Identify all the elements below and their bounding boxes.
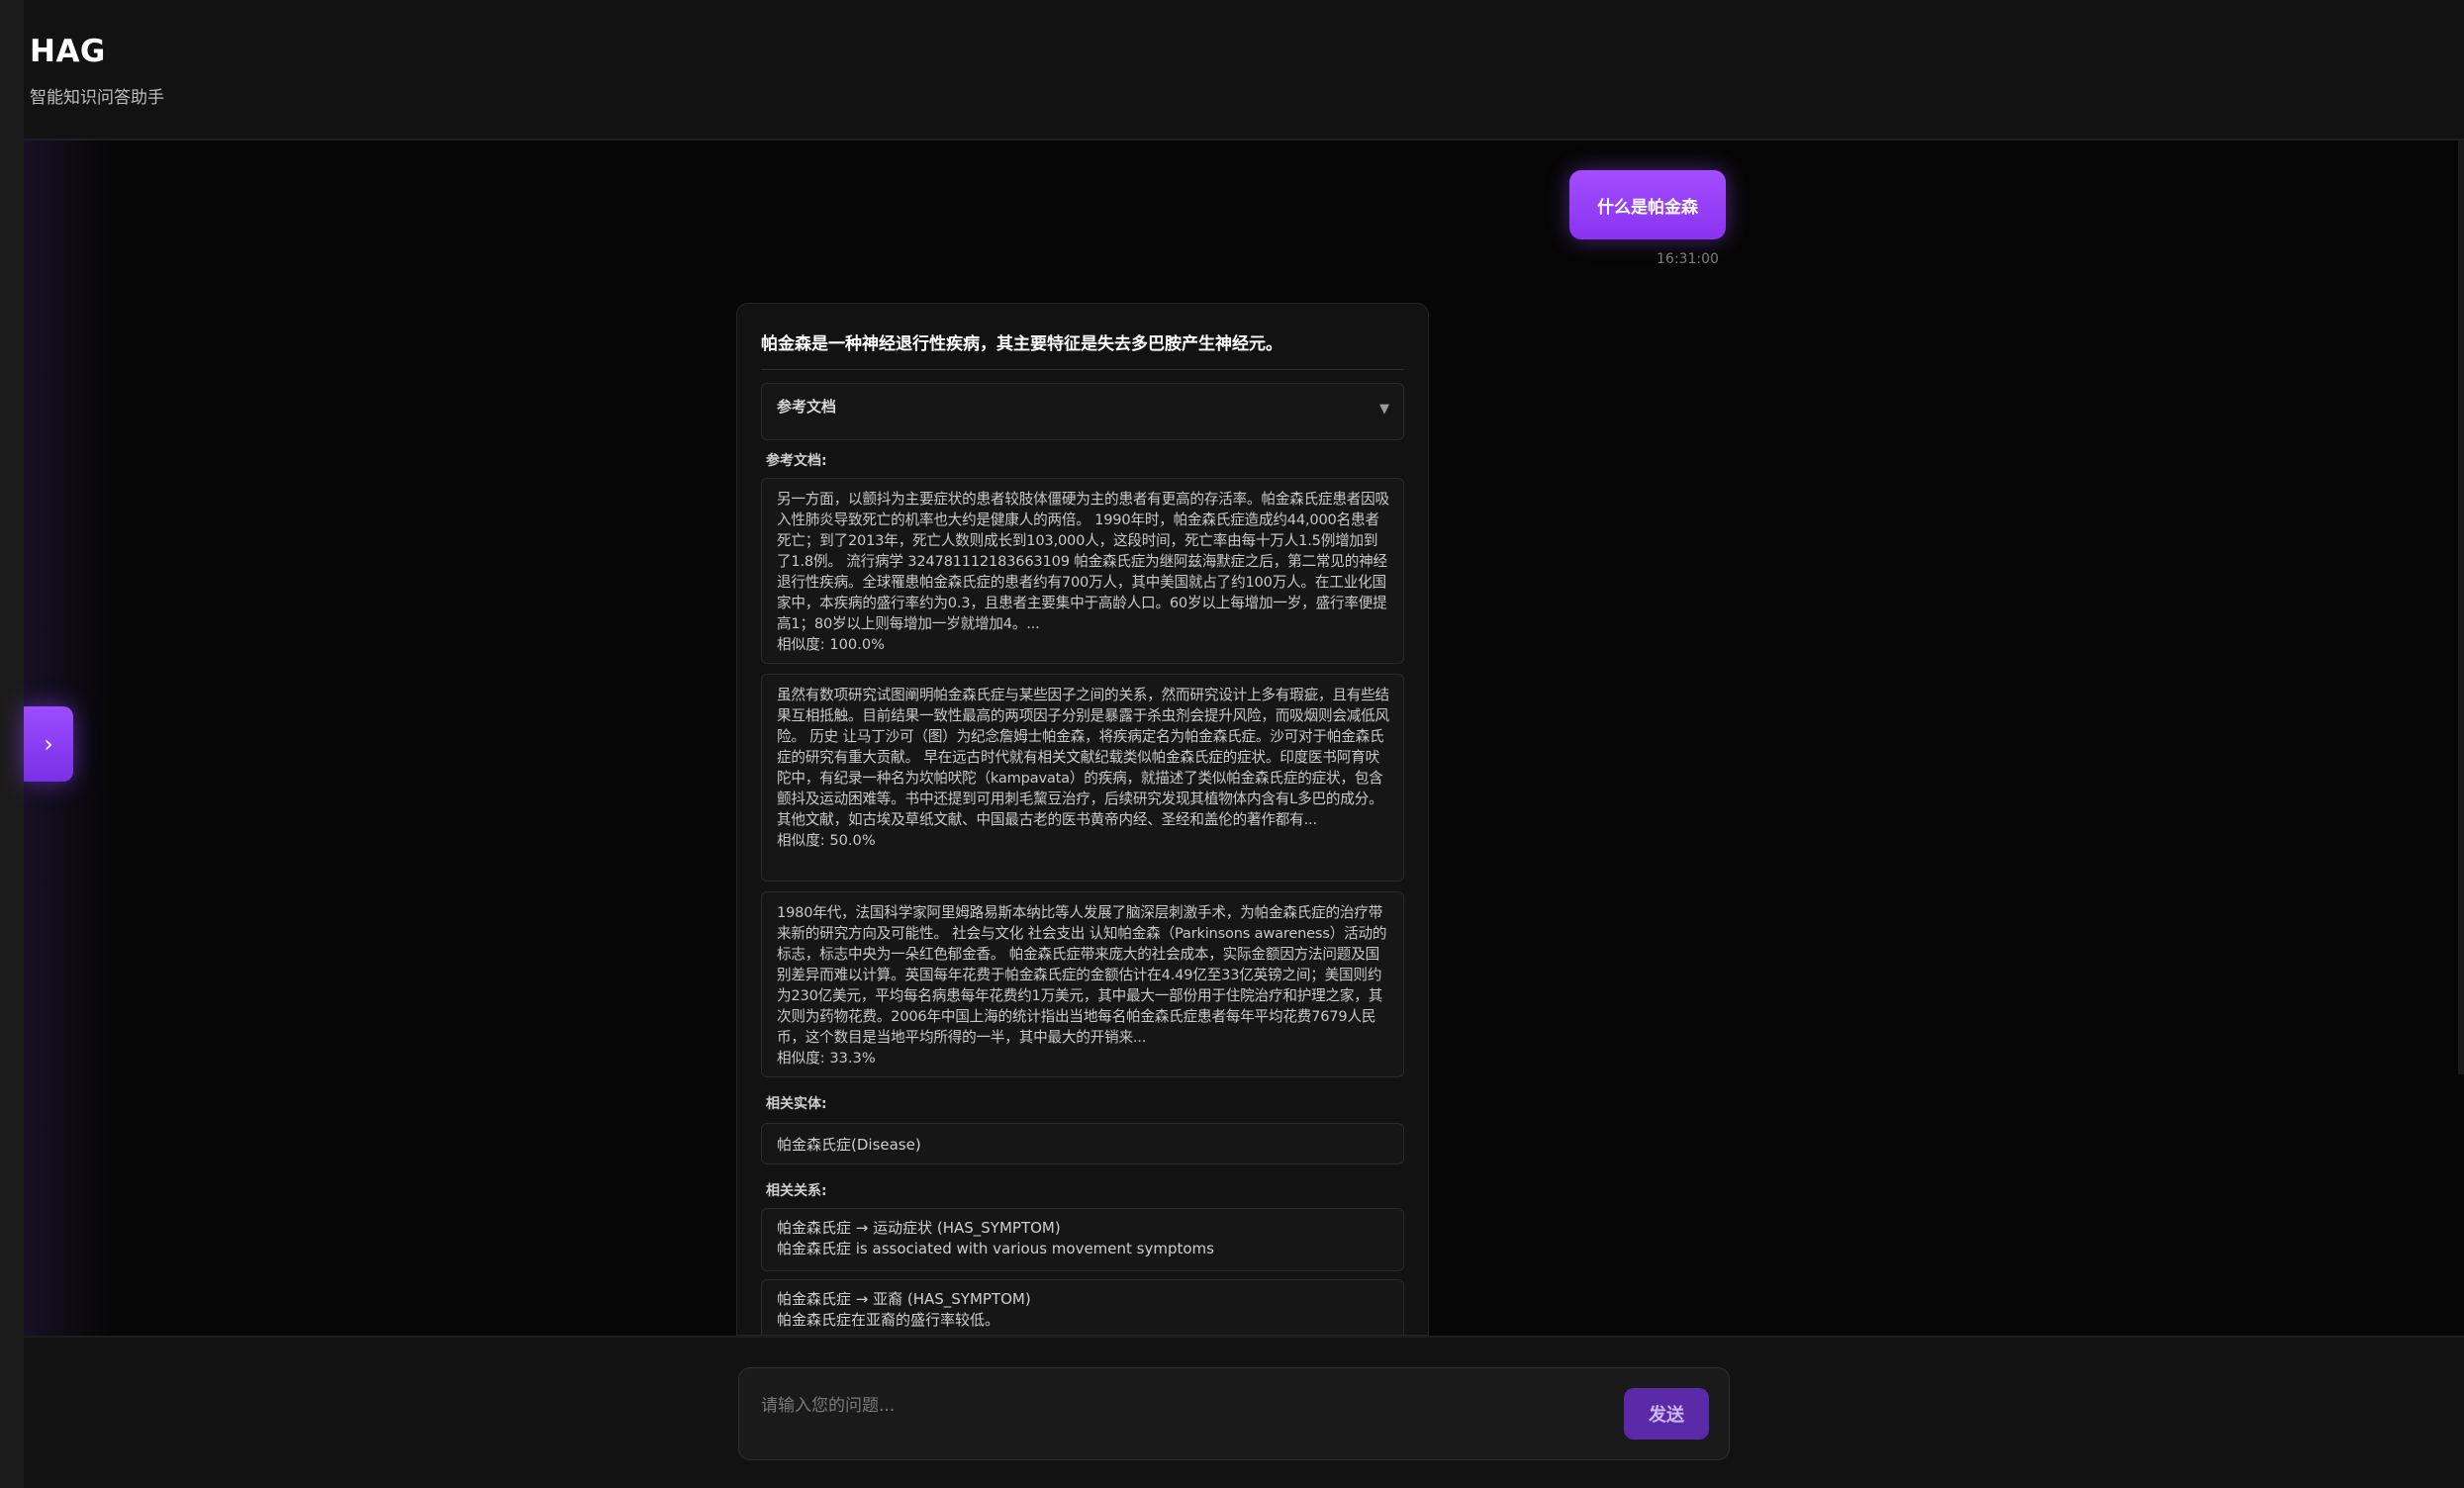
relation-item-description: 帕金森氏症 is associated with various movemen… [777,1240,1214,1257]
answer-divider [761,369,1404,370]
chat-scrollbar[interactable] [2458,140,2464,1074]
composer-bar: 发送 [24,1336,2464,1488]
entities-section-label: 相关实体: [766,1096,827,1112]
send-button[interactable]: 发送 [1624,1388,1709,1440]
chevron-right-icon: › [44,730,53,758]
user-message-text: 什么是帕金森 [1597,197,1698,218]
left-rail [0,0,24,1488]
entity-item: 帕金森氏症(Disease) [761,1123,1404,1164]
app-header: HAG 智能知识问答助手 [24,0,2464,140]
reference-document-text: 1980年代，法国科学家阿里姆路易斯本纳比等人发展了脑深层刺激手术，为帕金森氏症… [777,904,1387,1046]
reference-document-text: 虽然有数项研究试图阐明帕金森氏症与某些因子之间的关系，然而研究设计上多有瑕疵，且… [777,687,1389,828]
caret-down-icon: ▼ [1379,402,1389,417]
reference-docs-toggle-label: 参考文档 [777,398,837,416]
reference-docs-toggle[interactable]: 参考文档 ▼ [761,383,1404,440]
sidebar-toggle-button[interactable]: › [24,706,73,782]
reference-document-similarity: 相似度: 50.0% [777,832,876,849]
question-input[interactable] [759,1386,1590,1426]
documents-section-label: 参考文档: [766,453,827,469]
composer-box: 发送 [738,1367,1730,1460]
assistant-answer: 帕金森是一种神经退行性疾病，其主要特征是失去多巴胺产生神经元。 [761,334,1282,354]
user-message-bubble: 什么是帕金森 [1569,170,1726,239]
relation-item-description: 帕金森氏症在亚裔的盛行率较低。 [777,1311,1000,1329]
app-window: HAG 智能知识问答助手 › 什么是帕金森 16:31:00 帕金森是一种神经退… [24,0,2464,1488]
reference-document-similarity: 相似度: 33.3% [777,1050,876,1067]
reference-document-text: 另一方面，以颤抖为主要症状的患者较肢体僵硬为主的患者有更高的存活率。帕金森氏症患… [777,491,1389,632]
app-subtitle: 智能知识问答助手 [30,88,164,108]
relation-item: 帕金森氏症 → 运动症状 (HAS_SYMPTOM) 帕金森氏症 is asso… [761,1208,1404,1271]
user-message-time: 16:31:00 [1657,251,1719,267]
app-title: HAG [30,34,106,69]
reference-document-similarity: 相似度: 100.0% [777,636,885,653]
relation-item-edge: 帕金森氏症 → 亚裔 (HAS_SYMPTOM) [777,1290,1031,1308]
reference-document: 另一方面，以颤抖为主要症状的患者较肢体僵硬为主的患者有更高的存活率。帕金森氏症患… [761,478,1404,664]
reference-document: 虽然有数项研究试图阐明帕金森氏症与某些因子之间的关系，然而研究设计上多有瑕疵，且… [761,674,1404,882]
relation-item-edge: 帕金森氏症 → 运动症状 (HAS_SYMPTOM) [777,1219,1061,1237]
relations-section-label: 相关关系: [766,1183,827,1199]
assistant-message-card: 帕金森是一种神经退行性疾病，其主要特征是失去多巴胺产生神经元。 参考文档 ▼ 参… [736,303,1429,1336]
relation-item: 帕金森氏症 → 亚裔 (HAS_SYMPTOM) 帕金森氏症在亚裔的盛行率较低。 [761,1279,1404,1335]
reference-document: 1980年代，法国科学家阿里姆路易斯本纳比等人发展了脑深层刺激手术，为帕金森氏症… [761,891,1404,1077]
